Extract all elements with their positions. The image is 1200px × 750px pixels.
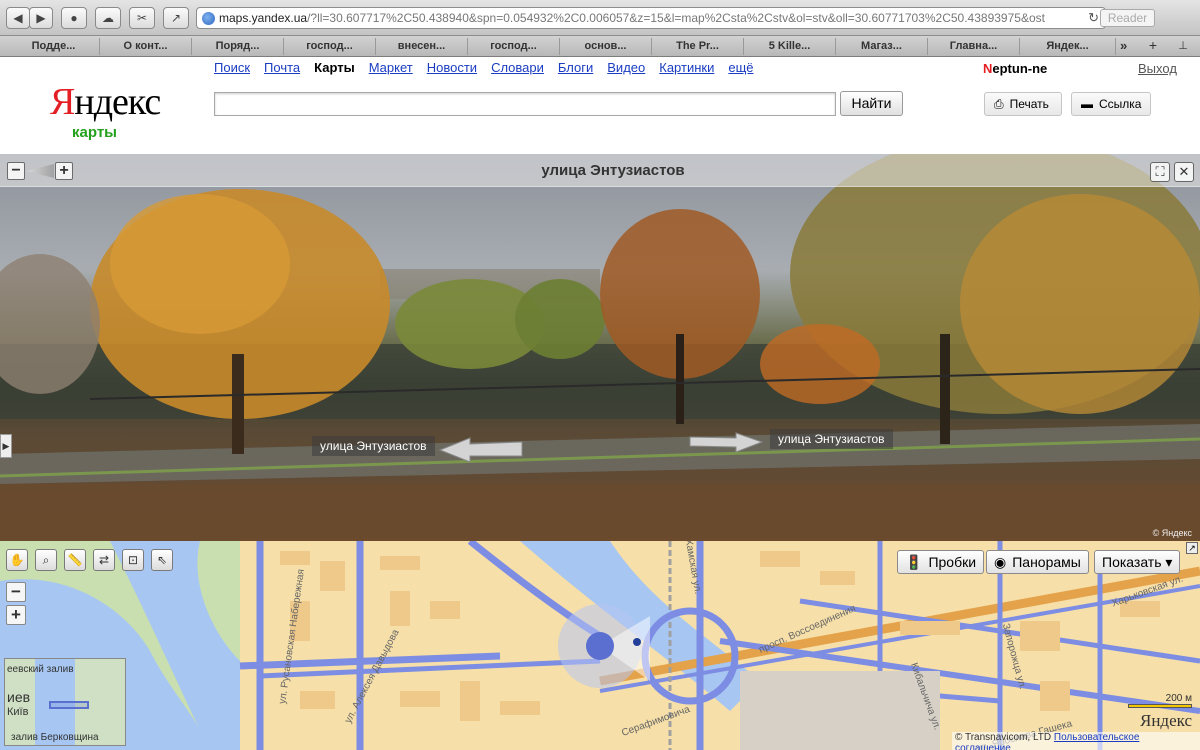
bookmark-item[interactable]: Магаз... <box>836 38 928 55</box>
cursor-icon[interactable]: ⇖ <box>151 549 173 571</box>
cloud-icon[interactable]: ☁ <box>95 7 121 29</box>
hand-pan-icon[interactable]: ✋ <box>6 549 28 571</box>
logo-rest: ндекс <box>74 81 161 123</box>
yandex-header: Яндекс карты Поиск Почта Карты Маркет Но… <box>0 58 1200 154</box>
nav-dictionaries[interactable]: Словари <box>491 60 544 75</box>
scale-label: 200 м <box>1165 693 1192 704</box>
nav-mail[interactable]: Почта <box>264 60 300 75</box>
print-label: Печать <box>1009 97 1049 111</box>
bookmark-item[interactable]: 5 Kille... <box>744 38 836 55</box>
yandex-logo[interactable]: Яндекс <box>50 80 161 124</box>
minimap-viewport[interactable] <box>49 701 89 709</box>
reload-icon[interactable]: ↻ <box>1088 10 1099 26</box>
bookmark-item[interactable]: Главна... <box>928 38 1020 55</box>
panorama-copyright: © Яндекс <box>1152 528 1192 538</box>
reader-button[interactable]: Reader <box>1100 9 1155 27</box>
minimap-label: залив Берковщина <box>11 732 99 743</box>
link-label: Ссылка <box>1099 97 1142 111</box>
logo-subtitle: карты <box>72 124 117 141</box>
panoramas-label: Панорамы <box>1012 554 1081 570</box>
logout-link[interactable]: Выход <box>1138 61 1177 76</box>
more-bookmarks-icon[interactable]: » <box>1120 38 1127 53</box>
nav-video[interactable]: Видео <box>607 60 645 75</box>
minimap-city-ua: Київ <box>7 706 29 718</box>
show-layers-dropdown[interactable]: Показать ▾ <box>1094 550 1181 574</box>
copyright-text: © Transnavicom, LTD <box>955 732 1052 743</box>
nav-maps: Карты <box>314 60 355 75</box>
print-button[interactable]: ⎙ Печать <box>984 92 1062 116</box>
back-button[interactable]: ◀ <box>6 7 30 29</box>
bookmark-item[interactable]: Яндек... <box>1020 38 1116 55</box>
service-nav: Поиск Почта Карты Маркет Новости Словари… <box>214 60 754 75</box>
street-panorama[interactable]: − + улица Энтузиастов ⛶ ✕ улица Энтузиас… <box>0 154 1200 541</box>
address-bar[interactable]: maps.yandex.ua/?ll=30.607717%2C50.438940… <box>196 7 1106 29</box>
street-label-left[interactable]: улица Энтузиастов <box>312 436 435 456</box>
clip-icon[interactable]: ✂ <box>129 7 155 29</box>
bookmarks-bar: Подде... О конт... Поряд... господ... вн… <box>0 36 1200 57</box>
side-expand-icon[interactable]: ▶ <box>0 434 12 458</box>
overview-minimap[interactable]: еевский залив иев Київ залив Берковщина <box>4 658 126 746</box>
bookmark-item[interactable]: господ... <box>468 38 560 55</box>
show-label: Показать ▾ <box>1102 553 1173 570</box>
traffic-light-icon: 🚦 <box>905 553 923 570</box>
minimap-city: иев <box>7 689 31 705</box>
printer-icon: ⎙ <box>994 96 1004 111</box>
search-input[interactable] <box>214 92 836 116</box>
panorama-icon: ◉ <box>994 553 1007 570</box>
logo-first-letter: Я <box>50 81 75 123</box>
ruler-icon[interactable]: 📏 <box>64 549 86 571</box>
bookmark-item[interactable]: Поряд... <box>192 38 284 55</box>
panorama-title: улица Энтузиастов <box>541 162 685 179</box>
username-rest: eptun-ne <box>992 61 1048 76</box>
map-zoom-out-button[interactable]: − <box>6 582 26 602</box>
link-button[interactable]: ▬ Ссылка <box>1071 92 1151 116</box>
bookmark-item[interactable]: господ... <box>284 38 376 55</box>
route-icon[interactable]: ⇄ <box>93 549 115 571</box>
link-icon: ▬ <box>1081 97 1093 111</box>
traffic-button[interactable]: 🚦 Пробки <box>897 550 985 574</box>
url-domain: maps.yandex.ua <box>219 11 308 25</box>
map-tools: ✋ ⌕ 📏 ⇄ ⊡ ⇖ <box>6 549 173 571</box>
nav-market[interactable]: Маркет <box>369 60 413 75</box>
nav-blogs[interactable]: Блоги <box>558 60 593 75</box>
bookmark-item[interactable]: внесен... <box>376 38 468 55</box>
globe-icon <box>202 12 215 25</box>
nav-search[interactable]: Поиск <box>214 60 250 75</box>
nav-images[interactable]: Картинки <box>659 60 714 75</box>
map-view[interactable]: ул. Русановская Набережная ул. Алексея Д… <box>0 541 1200 750</box>
bookmark-item[interactable]: The Pr... <box>652 38 744 55</box>
nav-news[interactable]: Новости <box>427 60 477 75</box>
traffic-label: Пробки <box>928 554 977 570</box>
bookmark-item[interactable]: О конт... <box>100 38 192 55</box>
bookmark-item[interactable]: основ... <box>560 38 652 55</box>
magnifier-icon[interactable]: ⌕ <box>35 549 57 571</box>
stop-icon[interactable]: ● <box>61 7 87 29</box>
downloads-icon[interactable]: ⊥ <box>1170 37 1196 55</box>
street-label-right[interactable]: улица Энтузиастов <box>770 429 893 449</box>
share-icon[interactable]: ↗ <box>163 7 189 29</box>
nav-more[interactable]: ещё <box>728 60 753 75</box>
browser-toolbar: ◀ ▶ ● ☁ ✂ ↗ maps.yandex.ua/?ll=30.607717… <box>0 0 1200 36</box>
forward-button[interactable]: ▶ <box>29 7 53 29</box>
bookmark-item[interactable]: Подде... <box>8 38 100 55</box>
search-button[interactable]: Найти <box>840 91 903 116</box>
map-zoom-in-button[interactable]: + <box>6 605 26 625</box>
fullscreen-icon[interactable]: ⛶ <box>1150 162 1170 182</box>
map-copyright: © Transnavicom, LTD Пользовательское сог… <box>952 732 1200 750</box>
username[interactable]: Neptun-ne <box>983 61 1047 76</box>
minimap-label: еевский залив <box>7 664 74 675</box>
expand-map-icon[interactable]: ↗ <box>1186 542 1198 554</box>
username-first-letter: N <box>983 61 993 76</box>
add-tab-icon[interactable]: + <box>1140 37 1166 55</box>
map-yandex-logo: Яндекс <box>1140 711 1193 730</box>
panorama-image <box>0 154 1200 541</box>
scale-bar <box>1128 704 1192 708</box>
panoramas-button[interactable]: ◉ Панорамы <box>986 550 1089 574</box>
url-path: /?ll=30.607717%2C50.438940&spn=0.054932%… <box>307 11 1045 25</box>
placemark-icon[interactable]: ⊡ <box>122 549 144 571</box>
close-icon[interactable]: ✕ <box>1174 162 1194 182</box>
